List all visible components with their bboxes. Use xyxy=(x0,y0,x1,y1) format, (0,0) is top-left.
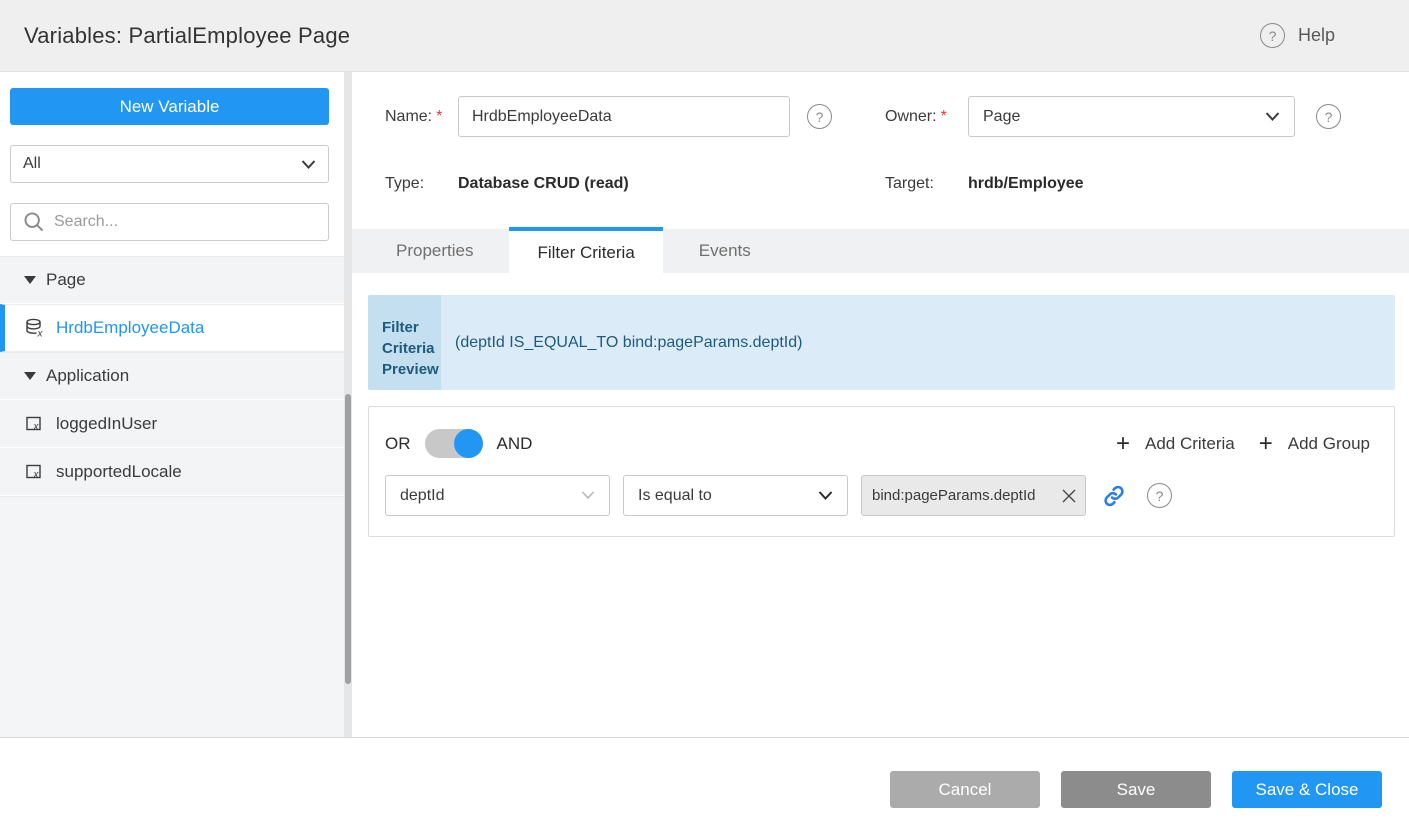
sidebar-group-application[interactable]: Application xyxy=(0,352,344,400)
criteria-condition-select[interactable]: Is equal to xyxy=(623,475,848,516)
sidebar-item-label: HrdbEmployeeData xyxy=(56,318,204,338)
name-label: Name:* xyxy=(385,96,442,137)
chevron-down-icon xyxy=(301,160,316,169)
sidebar-item-loggedinuser[interactable]: x loggedInUser xyxy=(0,400,344,448)
model-variable-icon: x xyxy=(24,413,46,435)
add-criteria-button[interactable]: + Add Criteria xyxy=(1116,432,1235,456)
sidebar-item-hrdbemployeedata[interactable]: x HrdbEmployeeData xyxy=(0,304,344,352)
chevron-down-icon xyxy=(581,491,595,500)
owner-label: Owner:* xyxy=(885,96,947,137)
database-crud-icon: x xyxy=(24,317,46,339)
target-value: hrdb/Employee xyxy=(968,172,1084,196)
svg-text:x: x xyxy=(33,469,40,480)
required-asterisk: * xyxy=(436,108,442,125)
add-criteria-label: Add Criteria xyxy=(1145,434,1235,454)
criteria-value-text: bind:pageParams.deptId xyxy=(872,487,1035,504)
variables-tree: Page x HrdbEmployeeData Application x xyxy=(0,256,344,496)
criteria-condition-value: Is equal to xyxy=(638,487,712,505)
close-icon xyxy=(1061,488,1077,504)
name-help-icon[interactable]: ? xyxy=(807,104,832,129)
chevron-down-icon xyxy=(818,491,833,500)
type-label: Type: xyxy=(385,172,424,196)
variable-search-input[interactable] xyxy=(54,213,316,231)
variables-dialog: Variables: PartialEmployee Page ? Help N… xyxy=(0,0,1409,838)
criteria-field-select[interactable]: deptId xyxy=(385,475,610,516)
editor-tabbar: Properties Filter Criteria Events xyxy=(352,229,1409,273)
collapse-triangle-icon[interactable] xyxy=(24,372,36,380)
variable-type-filter-select[interactable]: All xyxy=(10,145,329,183)
criteria-toolbar: OR AND + Add Criteria + Add Group xyxy=(385,429,1370,458)
clear-value-button[interactable] xyxy=(1061,488,1077,504)
dialog-header: Variables: PartialEmployee Page ? Help xyxy=(0,0,1409,72)
bind-value-button[interactable] xyxy=(1102,484,1126,508)
cancel-button[interactable]: Cancel xyxy=(890,771,1040,808)
save-button[interactable]: Save xyxy=(1061,771,1211,808)
criteria-help-icon[interactable]: ? xyxy=(1147,483,1172,508)
filter-criteria-preview: Filter Criteria Preview (deptId IS_EQUAL… xyxy=(368,295,1395,390)
sidebar-group-label: Page xyxy=(46,270,86,290)
variable-form: Name:* ? Owner:* Page ? Type: Database C… xyxy=(352,72,1409,229)
sidebar-item-label: supportedLocale xyxy=(56,462,182,482)
svg-text:x: x xyxy=(33,421,40,432)
sidebar-scrollbar-thumb[interactable] xyxy=(345,394,351,684)
owner-select[interactable]: Page xyxy=(968,96,1295,137)
link-icon xyxy=(1102,484,1126,508)
tab-filter-criteria[interactable]: Filter Criteria xyxy=(509,227,662,275)
variable-search-box[interactable] xyxy=(10,203,329,241)
page-title: Variables: PartialEmployee Page xyxy=(24,23,350,49)
owner-help-icon[interactable]: ? xyxy=(1316,104,1341,129)
chevron-down-icon xyxy=(1265,112,1280,121)
model-variable-icon: x xyxy=(24,461,46,483)
sidebar-scrollbar-track[interactable] xyxy=(344,72,352,737)
required-asterisk: * xyxy=(941,108,947,125)
sidebar-filler xyxy=(0,496,344,737)
target-label: Target: xyxy=(885,172,934,196)
dialog-footer: Cancel Save Save & Close xyxy=(0,737,1409,838)
criteria-panel: OR AND + Add Criteria + Add Group xyxy=(368,406,1395,537)
add-group-button[interactable]: + Add Group xyxy=(1259,432,1370,456)
toggle-knob xyxy=(454,429,483,458)
save-and-close-button[interactable]: Save & Close xyxy=(1232,771,1382,808)
variable-type-filter-value: All xyxy=(23,155,41,173)
name-field[interactable] xyxy=(458,96,790,137)
tab-events[interactable]: Events xyxy=(663,229,787,273)
filter-criteria-tab-content: Filter Criteria Preview (deptId IS_EQUAL… xyxy=(352,273,1409,737)
help-label[interactable]: Help xyxy=(1298,25,1335,46)
criteria-row: deptId Is equal to bind:pageParams.deptI… xyxy=(385,475,1370,516)
variables-sidebar: New Variable All Page x HrdbEmployee xyxy=(0,72,344,737)
tab-properties[interactable]: Properties xyxy=(352,229,509,273)
owner-select-value: Page xyxy=(983,108,1020,126)
sidebar-group-page[interactable]: Page xyxy=(0,256,344,304)
search-icon xyxy=(23,211,45,233)
help-button[interactable]: ? Help xyxy=(1260,23,1335,48)
filter-criteria-preview-label: Filter Criteria Preview xyxy=(368,295,441,390)
variable-editor-panel: Name:* ? Owner:* Page ? Type: Database C… xyxy=(352,72,1409,737)
help-circle-icon[interactable]: ? xyxy=(1260,23,1285,48)
sidebar-group-label: Application xyxy=(46,366,129,386)
svg-text:x: x xyxy=(37,329,44,340)
or-label: OR xyxy=(385,434,411,454)
sidebar-item-supportedlocale[interactable]: x supportedLocale xyxy=(0,448,344,496)
plus-icon: + xyxy=(1259,432,1273,456)
plus-icon: + xyxy=(1116,432,1130,456)
sidebar-item-label: loggedInUser xyxy=(56,414,157,434)
filter-criteria-preview-value: (deptId IS_EQUAL_TO bind:pageParams.dept… xyxy=(441,295,1395,390)
add-group-label: Add Group xyxy=(1288,434,1370,454)
type-value: Database CRUD (read) xyxy=(458,172,629,196)
collapse-triangle-icon[interactable] xyxy=(24,276,36,284)
or-and-toggle[interactable] xyxy=(425,429,483,458)
new-variable-button[interactable]: New Variable xyxy=(10,88,329,125)
and-label: AND xyxy=(497,434,533,454)
criteria-value-chip[interactable]: bind:pageParams.deptId xyxy=(861,475,1086,516)
criteria-field-value: deptId xyxy=(400,487,444,505)
